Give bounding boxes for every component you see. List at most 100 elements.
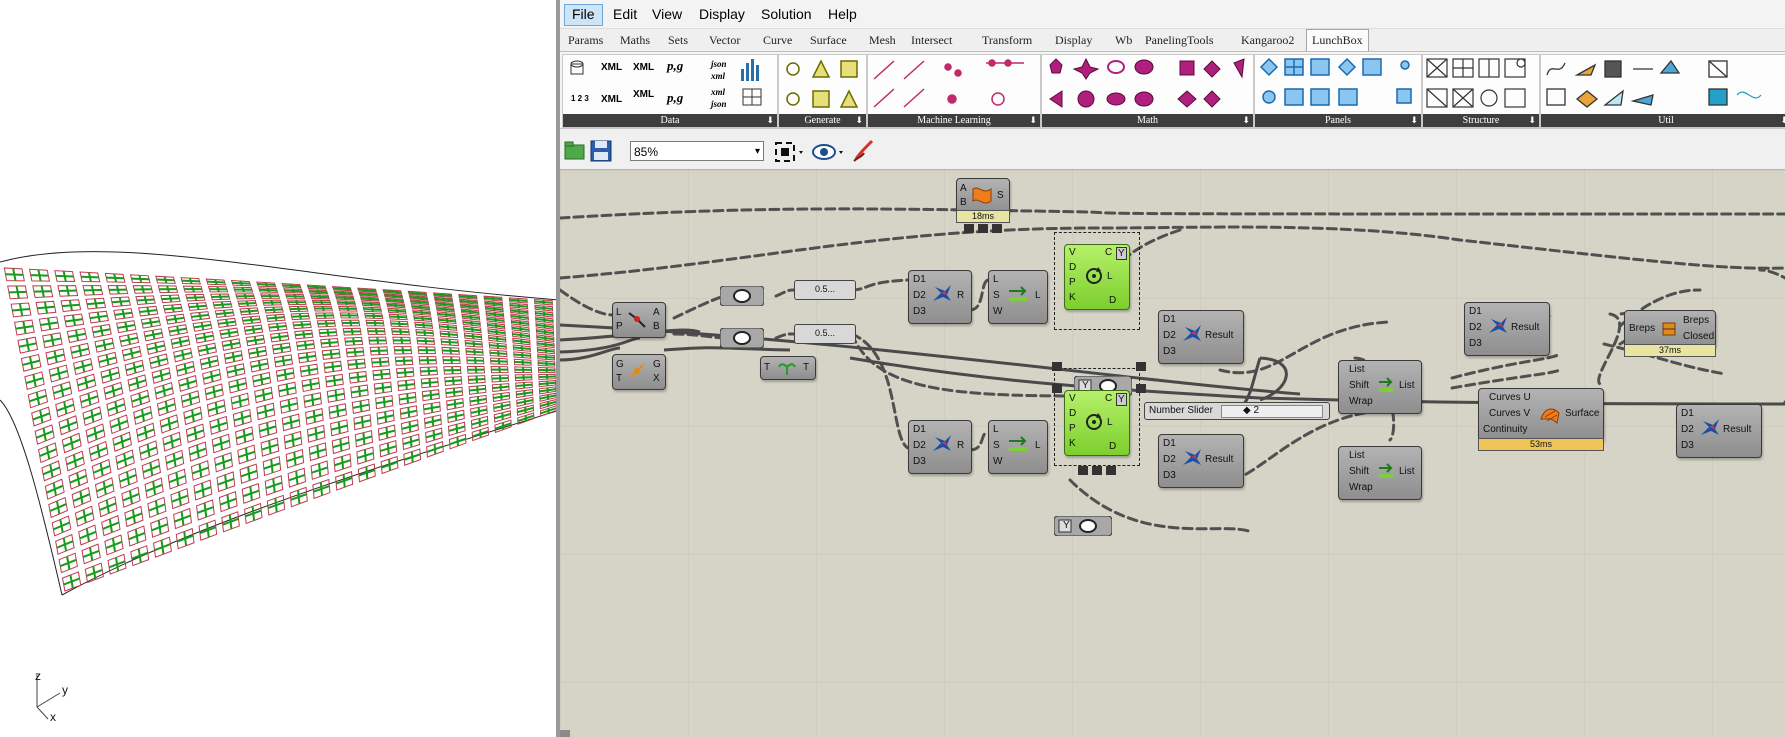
input-d3[interactable]: D3 xyxy=(913,306,926,317)
math-tool-icons[interactable] xyxy=(1042,55,1253,113)
tab-intersect[interactable]: Intersect xyxy=(911,32,952,48)
input-d2[interactable]: D2 xyxy=(1163,330,1176,341)
input-breps[interactable]: Breps xyxy=(1629,323,1655,334)
input-t[interactable]: T xyxy=(764,362,770,373)
param-sphere-icon[interactable] xyxy=(720,286,764,306)
structure-tool-icons[interactable] xyxy=(1423,55,1539,113)
menu-help[interactable]: Help xyxy=(821,4,864,24)
menu-solution[interactable]: Solution xyxy=(754,4,819,24)
input-d2[interactable]: D2 xyxy=(1469,322,1482,333)
output-list[interactable]: List xyxy=(1399,466,1415,477)
output-d[interactable]: D xyxy=(1109,441,1116,452)
output-d[interactable]: D xyxy=(1109,295,1116,306)
input-wrap[interactable]: Wrap xyxy=(1349,396,1373,407)
sketch-brush-icon[interactable] xyxy=(852,139,878,163)
output-a[interactable]: A xyxy=(653,307,660,318)
input-d3[interactable]: D3 xyxy=(1469,338,1482,349)
output-r[interactable]: R xyxy=(957,440,964,451)
output-l[interactable]: L xyxy=(1035,440,1041,451)
zoom-extents-icon[interactable] xyxy=(774,141,806,163)
input-b[interactable]: B xyxy=(960,197,967,208)
tab-wb[interactable]: Wb xyxy=(1115,32,1132,48)
result-component-2[interactable]: D1 D2 D3 Result xyxy=(1158,434,1244,488)
input-continuity[interactable]: Continuity xyxy=(1483,424,1527,435)
input-d[interactable]: D xyxy=(1069,408,1076,419)
input-d1[interactable]: D1 xyxy=(1469,306,1482,317)
input-d1[interactable]: D1 xyxy=(913,424,926,435)
menu-display[interactable]: Display xyxy=(692,4,752,24)
output-closed[interactable]: Closed xyxy=(1683,331,1714,342)
output-x[interactable]: X xyxy=(653,373,660,384)
input-d1[interactable]: D1 xyxy=(1163,314,1176,325)
menu-view[interactable]: View xyxy=(645,4,689,24)
output-result[interactable]: Result xyxy=(1723,424,1751,435)
number-slider-a[interactable]: 0.5... xyxy=(794,280,856,300)
input-curves-v[interactable]: Curves V xyxy=(1489,408,1530,419)
output-result[interactable]: Result xyxy=(1205,330,1233,341)
menu-edit[interactable]: Edit xyxy=(606,4,644,24)
output-g[interactable]: G xyxy=(653,359,661,370)
loop-component-2[interactable]: V D P K C Y L D xyxy=(1064,390,1130,456)
zoom-dropdown[interactable]: 85% ▾ xyxy=(630,141,764,161)
menu-file[interactable]: File xyxy=(564,4,603,26)
output-surface[interactable]: Surface xyxy=(1565,408,1599,419)
input-d[interactable]: D xyxy=(1069,262,1076,273)
output-s[interactable]: S xyxy=(997,190,1004,201)
tab-mesh[interactable]: Mesh xyxy=(869,32,896,48)
input-k[interactable]: K xyxy=(1069,292,1076,303)
input-p[interactable]: P xyxy=(1069,423,1076,434)
tab-params[interactable]: Params xyxy=(568,32,603,48)
line-param-component[interactable]: L P A B xyxy=(612,302,666,338)
input-p[interactable]: P xyxy=(616,321,623,332)
result-component-4[interactable]: D1 D2 D3 Result xyxy=(1676,404,1762,458)
tab-kangaroo2[interactable]: Kangaroo2 xyxy=(1241,32,1294,48)
expand-arrows-icon[interactable] xyxy=(1078,466,1118,476)
output-r[interactable]: R xyxy=(957,290,964,301)
input-p[interactable]: P xyxy=(1069,277,1076,288)
input-list[interactable]: List xyxy=(1349,364,1365,375)
tab-maths[interactable]: Maths xyxy=(620,32,650,48)
grasshopper-canvas[interactable]: A B S 18ms L P A B G T G X T T Y Y 0.5..… xyxy=(560,170,1785,737)
input-d3[interactable]: D3 xyxy=(913,456,926,467)
data-tool-icons[interactable]: XML XML p,g json xml XML XML p,g xml json … xyxy=(563,55,777,113)
input-v[interactable]: V xyxy=(1069,247,1076,258)
output-c[interactable]: C xyxy=(1105,247,1112,258)
graph-mapper-component[interactable]: G T G X xyxy=(612,354,666,390)
input-k[interactable]: K xyxy=(1069,438,1076,449)
group-expand-arrows-icon[interactable] xyxy=(1052,362,1148,396)
number-slider-b[interactable]: 0.5... xyxy=(794,324,856,344)
input-d2[interactable]: D2 xyxy=(1163,454,1176,465)
brep-closed-component[interactable]: Breps Breps Closed xyxy=(1624,310,1716,348)
scroll-corner[interactable] xyxy=(560,730,570,737)
tab-curve[interactable]: Curve xyxy=(763,32,792,48)
input-wrap[interactable]: Wrap xyxy=(1349,482,1373,493)
input-d1[interactable]: D1 xyxy=(1681,408,1694,419)
shift-list-component-2[interactable]: L S W L xyxy=(988,420,1048,474)
param-sphere-icon[interactable] xyxy=(720,328,764,348)
input-w[interactable]: W xyxy=(993,456,1002,467)
tab-transform[interactable]: Transform xyxy=(982,32,1032,48)
tab-surface[interactable]: Surface xyxy=(810,32,847,48)
flatten-tree-component[interactable]: T T xyxy=(760,356,816,380)
shift-list-component-1[interactable]: L S W L xyxy=(988,270,1048,324)
output-result[interactable]: Result xyxy=(1511,322,1539,333)
tab-vector[interactable]: Vector xyxy=(709,32,740,48)
input-d2[interactable]: D2 xyxy=(913,440,926,451)
input-a[interactable]: A xyxy=(960,183,967,194)
data-node-r-1[interactable]: D1 D2 D3 R xyxy=(908,270,972,324)
tab-panelingtools[interactable]: PanelingTools xyxy=(1145,32,1214,48)
output-t[interactable]: T xyxy=(803,362,809,373)
output-list[interactable]: List xyxy=(1399,380,1415,391)
output-b[interactable]: B xyxy=(653,321,660,332)
number-slider[interactable]: Number Slider ◆ 2 xyxy=(1144,402,1330,420)
util-tool-icons[interactable] xyxy=(1541,55,1785,113)
input-l[interactable]: L xyxy=(993,424,999,435)
generate-tool-icons[interactable] xyxy=(779,55,866,113)
surface-from-edges-component[interactable]: A B S xyxy=(956,178,1010,214)
input-shift[interactable]: Shift xyxy=(1349,466,1369,477)
output-result[interactable]: Result xyxy=(1205,454,1233,465)
input-d3[interactable]: D3 xyxy=(1163,346,1176,357)
panels-tool-icons[interactable] xyxy=(1255,55,1421,113)
input-d3[interactable]: D3 xyxy=(1681,440,1694,451)
save-file-icon[interactable] xyxy=(590,140,612,162)
